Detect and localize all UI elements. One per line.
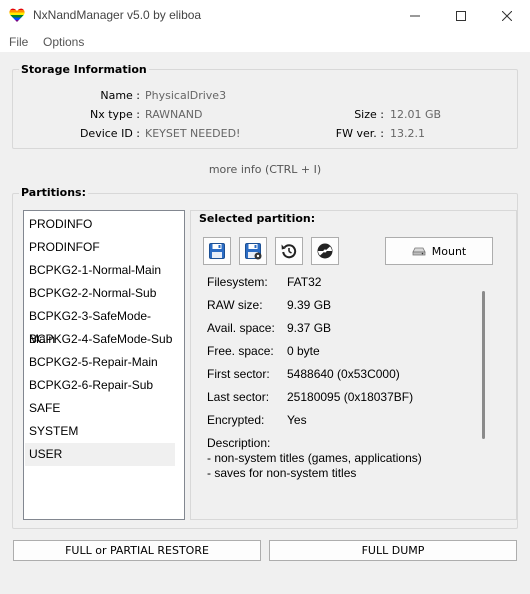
menu-options[interactable]: Options [43, 35, 84, 49]
list-item[interactable]: BCPKG2-6-Repair-Sub [25, 374, 175, 397]
first-sector-label: First sector: [207, 367, 270, 381]
partition-list[interactable]: PRODINFO PRODINFOF BCPKG2-1-Normal-Main … [23, 210, 185, 520]
mount-label: Mount [431, 244, 467, 258]
encrypted-label: Encrypted: [207, 413, 265, 427]
avail-space-value: 9.37 GB [287, 321, 332, 335]
description-line: - non-system titles (games, applications… [207, 451, 422, 465]
floppy-save-icon [209, 243, 225, 259]
size-label: Size : [354, 108, 384, 121]
full-dump-button[interactable]: FULL DUMP [269, 540, 517, 561]
encrypt-decrypt-button[interactable] [311, 237, 339, 265]
dump-as-button[interactable] [239, 237, 267, 265]
free-space-label: Free. space: [207, 344, 274, 358]
nx-type-value: RAWNAND [145, 108, 203, 121]
list-item[interactable]: BCPKG2-3-SafeMode-Main [25, 305, 175, 346]
menu-bar: File Options [0, 31, 530, 52]
fw-ver-label: FW ver. : [335, 127, 384, 140]
partitions-title: Partitions: [19, 186, 89, 199]
first-sector-value: 5488640 (0x53C000) [287, 367, 400, 381]
maximize-icon [456, 10, 466, 21]
nx-type-label: Nx type : [89, 108, 140, 121]
encrypted-value: Yes [287, 413, 307, 427]
last-sector-label: Last sector: [207, 390, 270, 404]
restore-icon [281, 244, 297, 259]
minimize-button[interactable] [392, 0, 438, 31]
menu-file[interactable]: File [9, 35, 28, 49]
window-title: NxNandManager v5.0 by eliboa [33, 8, 202, 22]
rainbow-heart-icon [9, 8, 25, 23]
list-item[interactable]: BCPKG2-5-Repair-Main [25, 351, 175, 374]
close-icon [502, 10, 512, 21]
raw-size-value: 9.39 GB [287, 298, 332, 312]
filesystem-value: FAT32 [287, 275, 322, 289]
list-item[interactable]: SAFE [25, 397, 175, 420]
storage-info-title: Storage Information [19, 63, 149, 76]
raw-size-label: RAW size: [207, 298, 263, 312]
list-item[interactable]: BCPKG2-2-Normal-Sub [25, 282, 175, 305]
info-scrollbar[interactable] [482, 291, 485, 439]
drive-icon [412, 247, 426, 256]
list-item[interactable]: SYSTEM [25, 420, 175, 443]
size-value: 12.01 GB [390, 108, 442, 121]
name-label: Name : [100, 89, 140, 102]
more-info-link[interactable]: more info (CTRL + I) [0, 163, 530, 176]
mount-button[interactable]: Mount [385, 237, 493, 265]
minimize-icon [410, 15, 420, 16]
device-id-value: KEYSET NEEDED! [145, 127, 241, 140]
list-item[interactable]: PRODINFOF [25, 236, 175, 259]
name-value: PhysicalDrive3 [145, 89, 227, 102]
description-label: Description: [207, 436, 271, 450]
list-item[interactable]: PRODINFO [25, 213, 175, 236]
filesystem-label: Filesystem: [207, 275, 268, 289]
last-sector-value: 25180095 (0x18037BF) [287, 390, 414, 404]
cipher-disc-icon [317, 243, 333, 259]
avail-space-label: Avail. space: [207, 321, 275, 335]
full-partial-restore-button[interactable]: FULL or PARTIAL RESTORE [13, 540, 261, 561]
close-button[interactable] [484, 0, 530, 31]
title-bar: NxNandManager v5.0 by eliboa [0, 0, 530, 31]
floppy-save-as-icon [245, 243, 262, 260]
description-line: - saves for non-system titles [207, 466, 357, 480]
maximize-button[interactable] [438, 0, 484, 31]
fw-ver-value: 13.2.1 [390, 127, 425, 140]
list-item[interactable]: BCPKG2-4-SafeMode-Sub [25, 328, 175, 351]
list-item[interactable]: BCPKG2-1-Normal-Main [25, 259, 175, 282]
restore-partition-button[interactable] [275, 237, 303, 265]
selected-partition-title: Selected partition: [199, 212, 316, 225]
dump-partition-button[interactable] [203, 237, 231, 265]
free-space-value: 0 byte [287, 344, 320, 358]
device-id-label: Device ID : [79, 127, 140, 140]
list-item-selected[interactable]: USER [25, 443, 175, 466]
